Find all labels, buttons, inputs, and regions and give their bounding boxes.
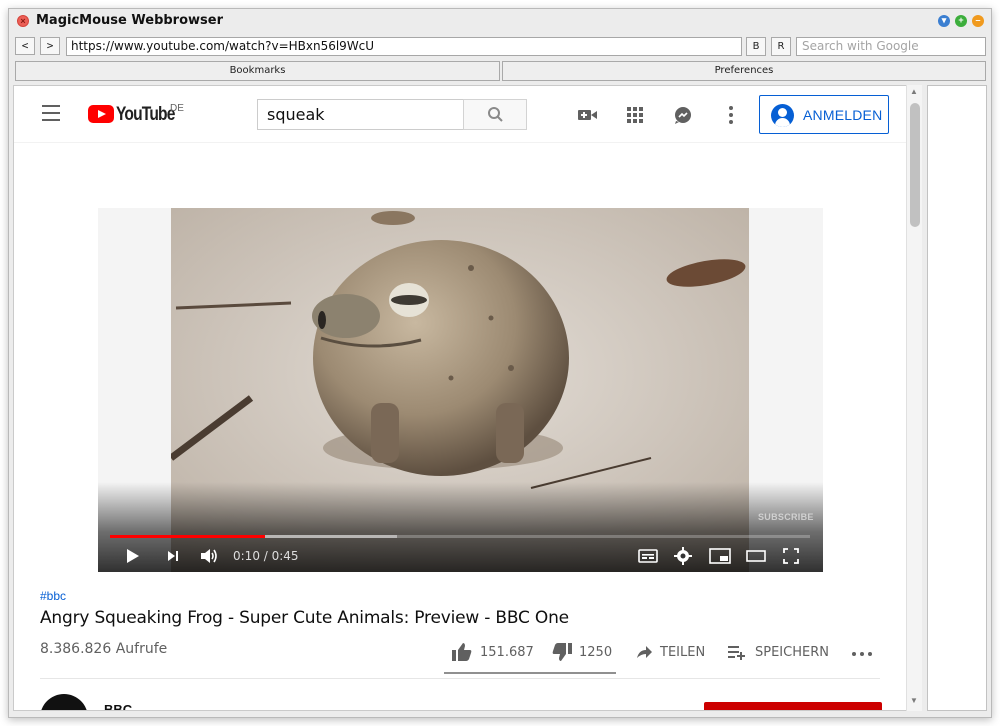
scroll-up-icon[interactable]: ▲ xyxy=(910,87,918,96)
dislike-count: 1250 xyxy=(579,645,613,660)
like-count: 151.687 xyxy=(480,645,534,660)
miniplayer-icon[interactable] xyxy=(709,547,731,565)
vertical-scrollbar[interactable]: ▲ ▼ xyxy=(906,85,922,711)
channel-name[interactable]: BBC xyxy=(104,702,132,710)
channel-avatar[interactable] xyxy=(40,694,88,710)
youtube-header: YouTube DE squeak ANMELDEN xyxy=(14,86,906,143)
more-options-icon[interactable] xyxy=(720,105,742,125)
forward-button[interactable]: > xyxy=(40,37,60,55)
collapse-window-icon[interactable]: ▾ xyxy=(938,15,950,27)
view-count: 8.386.826 Aufrufe xyxy=(40,641,168,657)
reload-button[interactable]: R xyxy=(771,37,791,56)
signin-label: ANMELDEN xyxy=(803,107,883,123)
dislike-button[interactable]: 1250 xyxy=(551,642,616,664)
progress-bar[interactable] xyxy=(110,535,810,538)
youtube-wordmark: YouTube xyxy=(116,104,175,125)
region-code: DE xyxy=(170,103,184,114)
subscribe-button[interactable] xyxy=(704,702,882,710)
save-label: SPEICHERN xyxy=(755,645,829,660)
like-button[interactable]: 151.687 xyxy=(451,642,543,664)
fullscreen-icon[interactable] xyxy=(782,547,800,565)
divider xyxy=(40,678,880,679)
share-icon xyxy=(637,646,652,658)
create-video-icon[interactable] xyxy=(576,105,598,125)
sentiment-bar xyxy=(444,672,616,674)
scroll-down-icon[interactable]: ▼ xyxy=(910,696,918,705)
minimize-window-icon[interactable]: – xyxy=(972,15,984,27)
signin-button[interactable]: ANMELDEN xyxy=(759,95,889,134)
video-player[interactable]: SUBSCRIBE 0:10 / 0:45 xyxy=(98,208,823,572)
account-icon xyxy=(771,104,794,127)
next-icon[interactable] xyxy=(164,547,182,565)
close-window-icon[interactable]: × xyxy=(17,15,29,27)
search-button[interactable] xyxy=(463,99,527,130)
add-to-playlist-icon xyxy=(728,646,745,660)
time-display: 0:10 / 0:45 xyxy=(233,549,299,563)
browser-window: × MagicMouse Webbrowser ▾ + – < > https:… xyxy=(8,8,992,718)
more-actions-button[interactable] xyxy=(850,642,874,664)
bookmarks-button[interactable]: Bookmarks xyxy=(15,61,500,81)
youtube-play-icon xyxy=(88,105,114,123)
menu-icon[interactable] xyxy=(42,105,62,121)
subscribe-watermark[interactable]: SUBSCRIBE xyxy=(758,512,814,522)
share-button[interactable]: TEILEN xyxy=(634,642,714,664)
save-button[interactable]: SPEICHERN xyxy=(727,642,837,664)
theater-mode-icon[interactable] xyxy=(745,547,767,565)
title-bar: × MagicMouse Webbrowser ▾ + – xyxy=(9,9,991,33)
more-horizontal-icon xyxy=(852,652,872,656)
web-content: YouTube DE squeak ANMELDEN SUBSCRIBE 0:1… xyxy=(13,85,907,711)
side-panel xyxy=(927,85,987,711)
settings-gear-icon[interactable] xyxy=(674,547,692,565)
volume-icon[interactable] xyxy=(199,547,219,565)
search-icon xyxy=(488,107,503,122)
play-icon[interactable] xyxy=(124,547,142,565)
search-input[interactable]: squeak xyxy=(257,99,464,130)
apps-grid-icon[interactable] xyxy=(624,105,646,125)
scrollbar-thumb[interactable] xyxy=(910,103,920,227)
video-title: Angry Squeaking Frog - Super Cute Animal… xyxy=(40,608,569,628)
zoom-window-icon[interactable]: + xyxy=(955,15,967,27)
back-button[interactable]: < xyxy=(15,37,35,55)
subtitles-icon[interactable] xyxy=(638,547,658,565)
web-search-input[interactable]: Search with Google xyxy=(796,37,986,56)
app-title: MagicMouse Webbrowser xyxy=(36,13,224,28)
progress-played xyxy=(110,535,266,538)
video-hashtag[interactable]: #bbc xyxy=(40,589,66,603)
bookmark-button[interactable]: B xyxy=(746,37,766,56)
thumbs-up-icon xyxy=(452,643,472,661)
url-field[interactable]: https://www.youtube.com/watch?v=HBxn56l9… xyxy=(66,37,742,56)
share-label: TEILEN xyxy=(660,645,706,660)
preferences-button[interactable]: Preferences xyxy=(502,61,986,81)
messages-icon[interactable] xyxy=(672,105,694,125)
thumbs-down-icon xyxy=(552,643,572,661)
